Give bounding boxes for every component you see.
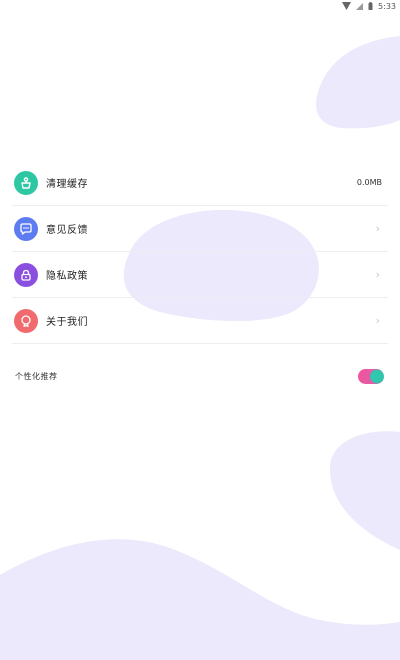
status-time: 5:33: [378, 1, 396, 11]
cache-size-value: 0.0MB: [356, 178, 382, 187]
settings-menu: 清理缓存 0.0MB 意见反馈 › 隐私政策 › 关于我们 ›: [12, 160, 388, 344]
status-bar: 5:33: [342, 0, 396, 12]
menu-item-privacy-policy[interactable]: 隐私政策 ›: [12, 252, 388, 298]
menu-item-label: 隐私政策: [46, 271, 88, 282]
toggle-knob: [370, 369, 383, 383]
menu-item-label: 清理缓存: [46, 179, 88, 190]
menu-item-label: 关于我们: [46, 317, 88, 328]
menu-item-feedback[interactable]: 意见反馈 ›: [12, 206, 388, 252]
battery-icon: [368, 2, 373, 10]
chevron-right-icon: ›: [375, 314, 380, 327]
chevron-right-icon: ›: [375, 222, 380, 235]
wifi-icon: [356, 2, 364, 10]
personalized-recommendation-label: 个性化推荐: [15, 371, 58, 381]
personalized-recommendation-toggle[interactable]: [358, 368, 384, 384]
broom-icon: [14, 170, 38, 195]
personalized-recommendation-row: 个性化推荐: [15, 364, 384, 388]
menu-item-about-us[interactable]: 关于我们 ›: [12, 298, 388, 344]
menu-item-clear-cache[interactable]: 清理缓存 0.0MB: [12, 160, 388, 206]
signal-icon: [342, 2, 352, 10]
lock-icon: [14, 262, 38, 287]
chevron-right-icon: ›: [375, 268, 380, 281]
info-badge-icon: [14, 308, 38, 333]
menu-item-label: 意见反馈: [46, 225, 88, 236]
chat-bubble-icon: [14, 216, 38, 241]
